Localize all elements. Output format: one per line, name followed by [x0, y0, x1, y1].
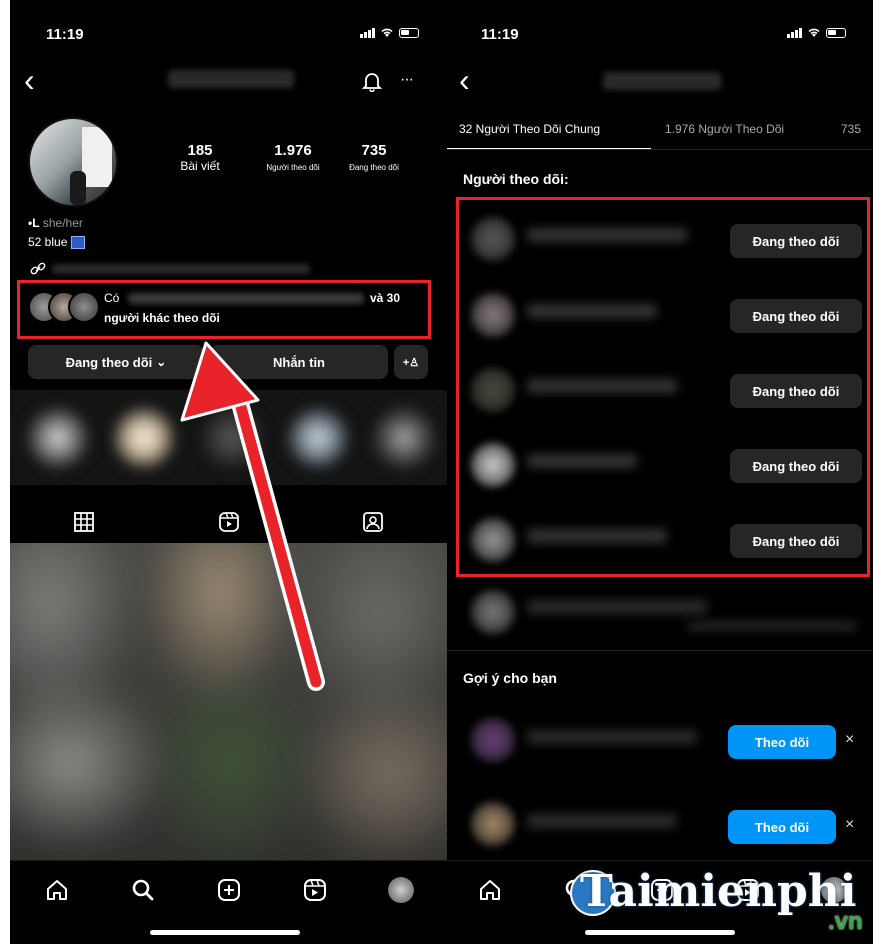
- following-button[interactable]: Đang theo dõi: [730, 524, 862, 558]
- home-icon[interactable]: [477, 877, 503, 903]
- close-icon[interactable]: ×: [845, 816, 854, 834]
- status-time: 11:19: [481, 26, 519, 43]
- wifi-icon: [808, 28, 820, 37]
- follow-button[interactable]: Theo dõi: [728, 725, 836, 759]
- close-icon[interactable]: ×: [845, 731, 854, 749]
- avatar[interactable]: [471, 217, 515, 261]
- arrow-icon: [180, 341, 325, 691]
- reels-nav-icon[interactable]: [302, 877, 328, 903]
- section-title: Người theo dõi:: [463, 171, 569, 187]
- avatar[interactable]: [471, 518, 515, 562]
- avatar[interactable]: [471, 802, 515, 846]
- new-post-icon[interactable]: [216, 877, 242, 903]
- home-indicator: [150, 930, 300, 935]
- avatar[interactable]: [471, 293, 515, 337]
- search-icon[interactable]: [130, 877, 156, 903]
- watermark-text: Taimienphi: [580, 866, 857, 917]
- avatar[interactable]: [471, 368, 515, 412]
- follow-button[interactable]: Theo dõi: [728, 810, 836, 844]
- profile-avatar-icon[interactable]: [388, 877, 414, 903]
- follower-name[interactable]: [527, 228, 687, 242]
- divider: [447, 650, 873, 651]
- avatar[interactable]: [471, 443, 515, 487]
- username-title: [603, 72, 721, 90]
- profile-screen: 11:19 ‹ ··· 185 Bài viết 1.976 Người the…: [10, 0, 447, 944]
- suggestion-name[interactable]: [527, 814, 677, 828]
- signal-icon: [787, 27, 802, 38]
- tab-followers[interactable]: 1.976 Người Theo Dõi: [665, 122, 784, 136]
- watermark-logo: Taimienphi .vn: [566, 858, 872, 944]
- following-button[interactable]: Đang theo dõi: [730, 374, 862, 408]
- suggestion-name[interactable]: [527, 730, 697, 744]
- avatar[interactable]: [471, 590, 515, 634]
- status-icons: [787, 27, 846, 38]
- following-button[interactable]: Đang theo dõi: [730, 299, 862, 333]
- following-button[interactable]: Đang theo dõi: [730, 224, 862, 258]
- battery-icon: [826, 27, 846, 38]
- follower-name[interactable]: [527, 379, 677, 393]
- follower-name[interactable]: [527, 304, 657, 318]
- follower-name[interactable]: [527, 529, 667, 543]
- watermark-tld: .vn: [828, 908, 863, 935]
- back-icon[interactable]: ‹: [459, 64, 470, 96]
- home-icon[interactable]: [44, 877, 70, 903]
- follower-name[interactable]: [527, 454, 637, 468]
- suggestions-title: Gợi ý cho bạn: [463, 670, 557, 686]
- tab-mutual[interactable]: 32 Người Theo Dõi Chung: [459, 122, 600, 136]
- mutual-followers-screen: 11:19 ‹ 32 Người Theo Dõi Chung 1.976 Ng…: [447, 0, 873, 944]
- tab-divider: [447, 149, 873, 150]
- tab-following[interactable]: 735: [841, 122, 861, 136]
- following-button[interactable]: Đang theo dõi: [730, 449, 862, 483]
- follower-name[interactable]: [527, 600, 707, 614]
- follower-subtitle: [687, 622, 857, 630]
- avatar[interactable]: [471, 718, 515, 762]
